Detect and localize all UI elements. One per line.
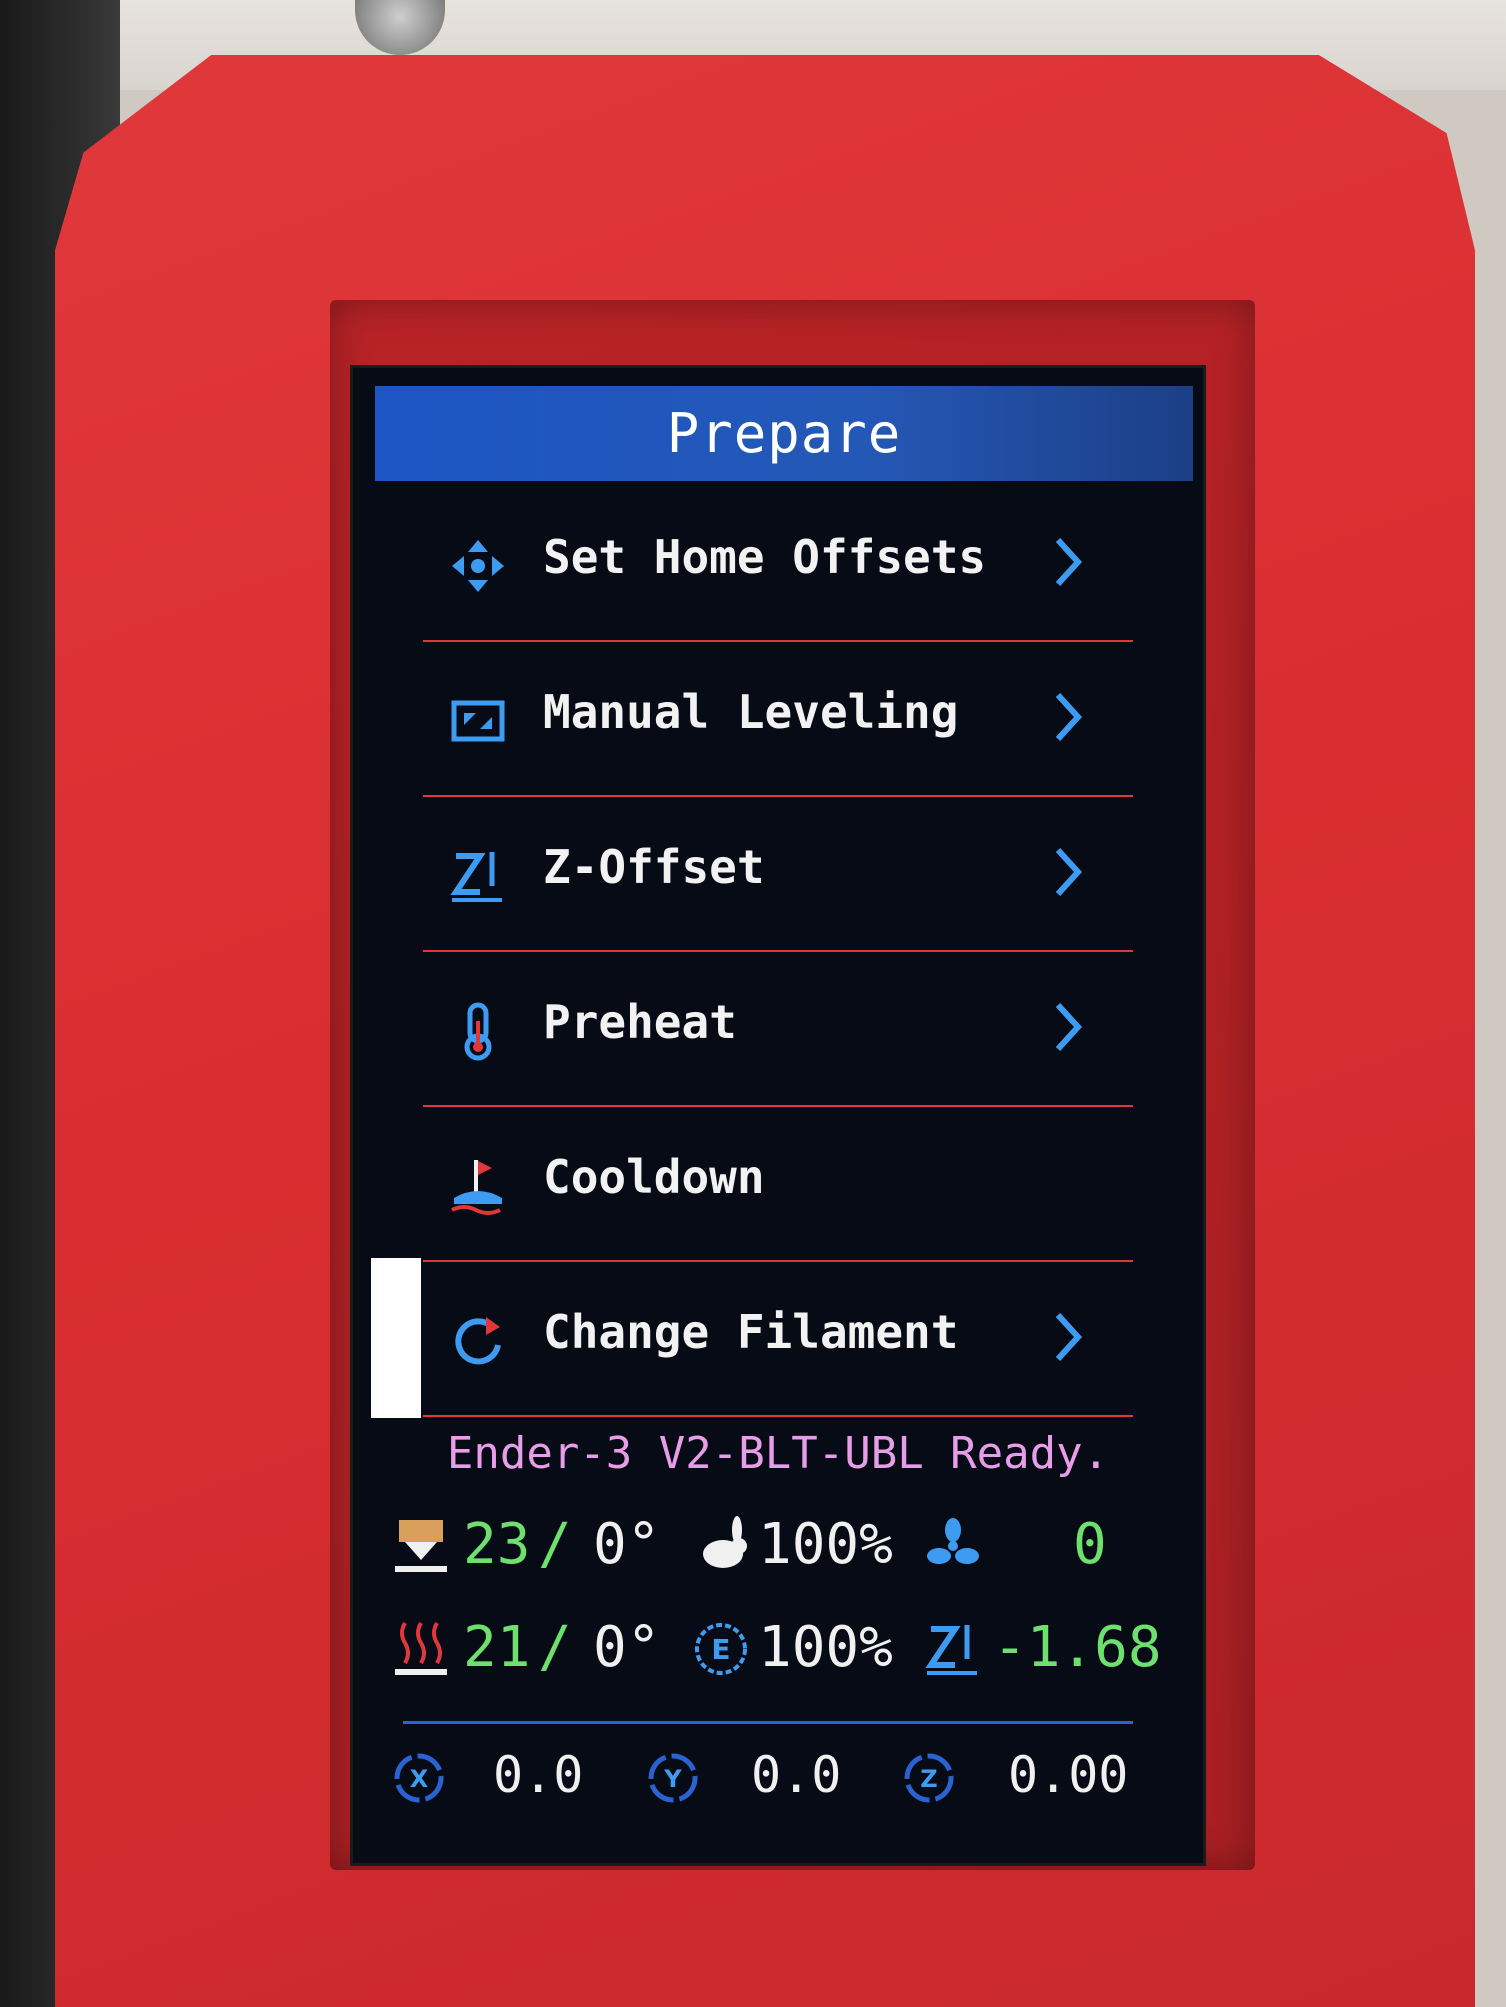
- bed-heat-icon: [391, 1619, 451, 1679]
- menu-divider: [423, 1415, 1133, 1417]
- menu-divider: [423, 1105, 1133, 1107]
- status-message: Ender-3 V2-BLT-UBL Ready.: [446, 1428, 1110, 1479]
- svg-text:X: X: [410, 1765, 429, 1793]
- chevron-right-icon: [1048, 687, 1088, 747]
- hotend-temp-value: 23: [463, 1512, 531, 1577]
- y-axis-icon: Y: [645, 1750, 701, 1806]
- move-arrows-icon: [448, 536, 508, 596]
- menu-item-manual-leveling[interactable]: Manual Leveling: [408, 643, 1128, 793]
- page-title: Prepare: [375, 386, 1193, 481]
- bed-target-value: 0°: [593, 1615, 661, 1680]
- menu-item-set-home-offsets[interactable]: Set Home Offsets: [408, 488, 1128, 638]
- svg-text:Z: Z: [920, 1765, 937, 1793]
- z-axis-icon: Z: [901, 1750, 957, 1806]
- menu-item-preheat[interactable]: Preheat: [408, 953, 1128, 1103]
- axis-position-row: X 0.0 Y 0.0 Z 0.00: [353, 1746, 1203, 1816]
- chevron-right-icon: [1048, 1307, 1088, 1367]
- menu-divider: [423, 1260, 1133, 1262]
- temp-separator: /: [538, 1512, 572, 1577]
- menu-divider: [423, 950, 1133, 952]
- menu-item-label: Change Filament: [543, 1305, 959, 1359]
- x-axis-icon: X: [391, 1750, 447, 1806]
- menu-divider: [423, 795, 1133, 797]
- x-position-value: 0.0: [493, 1746, 584, 1804]
- z-offset-icon: [923, 1619, 983, 1679]
- chevron-right-icon: [1048, 532, 1088, 592]
- z-offset-value: -1.68: [993, 1615, 1162, 1680]
- bed-temp-value: 21: [463, 1615, 531, 1680]
- feedrate-value: 100%: [758, 1512, 893, 1577]
- menu-divider: [423, 640, 1133, 642]
- thermometer-icon: [448, 1001, 508, 1061]
- temp-separator: /: [538, 1615, 572, 1680]
- menu-item-label: Cooldown: [543, 1150, 765, 1204]
- menu-item-change-filament[interactable]: Change Filament: [408, 1263, 1128, 1413]
- menu-item-label: Z-Offset: [543, 840, 765, 894]
- svg-text:E: E: [711, 1633, 730, 1666]
- hotend-icon: [391, 1516, 451, 1576]
- stats-row-hotend: 23 / 0° 100% 0: [353, 1508, 1203, 1588]
- z-position-value: 0.00: [1008, 1746, 1129, 1804]
- stats-row-bed: 21 / 0° E 100% -1.68: [353, 1611, 1203, 1691]
- leveling-icon: [448, 691, 508, 751]
- menu-item-label: Set Home Offsets: [543, 530, 987, 584]
- refresh-icon: [448, 1311, 508, 1371]
- cooldown-icon: [448, 1156, 508, 1216]
- z-offset-icon: [448, 846, 508, 906]
- fan-speed-value: 0: [1073, 1512, 1107, 1577]
- y-position-value: 0.0: [751, 1746, 842, 1804]
- flow-e-icon: E: [691, 1619, 751, 1679]
- chevron-right-icon: [1048, 842, 1088, 902]
- speed-rabbit-icon: [691, 1516, 751, 1576]
- flow-value: 100%: [758, 1615, 893, 1680]
- menu-item-cooldown[interactable]: Cooldown: [408, 1108, 1128, 1258]
- menu-item-label: Manual Leveling: [543, 685, 959, 739]
- lcd-screen: Prepare Set Home Offsets Manual Leveling…: [350, 365, 1206, 1866]
- stats-divider: [403, 1721, 1133, 1724]
- chevron-right-icon: [1048, 997, 1088, 1057]
- selection-cursor: [371, 1258, 421, 1418]
- menu-item-z-offset[interactable]: Z-Offset: [408, 798, 1128, 948]
- menu-item-label: Preheat: [543, 995, 737, 1049]
- svg-text:Y: Y: [663, 1765, 682, 1793]
- hotend-target-value: 0°: [593, 1512, 661, 1577]
- fan-icon: [923, 1516, 983, 1576]
